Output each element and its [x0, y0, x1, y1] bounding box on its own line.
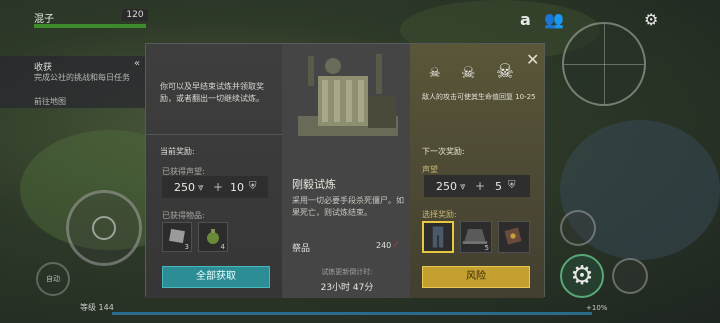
armor-pants-icon — [432, 226, 444, 248]
xp-bar — [112, 312, 592, 315]
settings-gear-icon[interactable]: ⚙ — [644, 10, 658, 29]
shield-badge-icon: ⛨ — [249, 181, 257, 192]
wings-icon: ⩔ — [198, 182, 204, 193]
timer-value: 23小时 47分 — [320, 283, 374, 293]
next-reputation-value: 250 — [436, 180, 457, 193]
grenade-icon — [207, 229, 219, 244]
timer-label: 试炼更新倒计时: — [321, 268, 373, 276]
joystick-knob[interactable] — [92, 216, 116, 240]
current-rewards-label: 当前奖励: — [160, 147, 195, 156]
reward-choice-slot[interactable]: 5 — [460, 221, 492, 253]
trial-title: 刚毅试炼 — [292, 178, 336, 191]
next-rewards-label: 下一次奖励: — [422, 147, 465, 156]
quest-desc: 完成公社的挑战和每日任务 — [34, 73, 130, 82]
action-button[interactable] — [560, 210, 596, 246]
skull-icon: ☠ — [461, 63, 476, 82]
blood-drop-icon: ⁄ — [395, 240, 397, 249]
reward-item-slot[interactable]: 4 — [198, 222, 228, 252]
item-count: 4 — [220, 243, 225, 251]
plus-sign: + — [475, 179, 486, 193]
next-reputation-label: 声望 — [422, 165, 438, 174]
enemy-modifier-desc: 敌人的攻击可使其生命值回复 10-25 — [422, 93, 536, 101]
risk-button[interactable]: 风险 — [422, 266, 530, 288]
bonus-percent: +10% — [586, 304, 608, 312]
intro-text: 你可以及早结束试炼并领取奖励，或者翻出一切继续试炼。 — [160, 82, 264, 103]
reward-choice-slot[interactable] — [422, 221, 454, 253]
next-reputation-bonus: 5 — [495, 180, 502, 193]
sacrifice-value: 240 — [376, 241, 392, 250]
trial-dialog: 你可以及早结束试炼并领取奖励，或者翻出一切继续试炼。 当前奖励: 已获得声望: … — [145, 43, 545, 298]
get-all-button[interactable]: 全部获取 — [162, 266, 270, 288]
player-name: 混子 — [34, 14, 54, 25]
collapse-icon[interactable]: « — [134, 58, 140, 69]
friends-icon[interactable]: 👥 — [544, 10, 564, 29]
hp-bar — [34, 24, 146, 28]
skull-icon: ☠ — [496, 59, 514, 83]
minimap[interactable] — [562, 22, 646, 106]
divider — [146, 134, 282, 135]
reward-item-slot[interactable]: 3 — [162, 222, 192, 252]
choose-reward-label: 选择奖励: — [422, 210, 457, 219]
metal-plate-icon — [169, 228, 185, 244]
reward-choice-slot[interactable] — [498, 221, 530, 253]
amazon-icon[interactable]: a — [520, 10, 531, 29]
close-icon[interactable]: ✕ — [526, 50, 539, 69]
skull-icon: ☠ — [429, 66, 441, 81]
craft-gear-icon[interactable]: ⚙ — [560, 254, 604, 298]
shield-badge-icon: ⛨ — [508, 180, 516, 191]
reputation-value: 250 — [174, 181, 195, 194]
items-label: 已获得物品: — [162, 211, 205, 220]
trial-description: 采用一切必要手段杀死僵尸。如果死亡，则试炼结束。 — [292, 196, 404, 217]
item-count: 5 — [484, 244, 489, 252]
level-label: 等级 144 — [80, 303, 114, 312]
auto-button[interactable]: 自动 — [36, 262, 70, 296]
reputation-bonus: 10 — [230, 181, 244, 194]
wings-icon: ⩔ — [460, 181, 466, 192]
player-hp: 120 — [122, 9, 148, 21]
item-count: 3 — [184, 243, 189, 251]
goto-map-link[interactable]: 前往地图 — [34, 96, 66, 107]
sacrifice-label: 祭品 — [292, 244, 311, 254]
attack-button[interactable] — [612, 258, 648, 294]
trial-generator-illustration — [298, 54, 398, 136]
box-icon — [504, 227, 522, 245]
plus-sign: + — [213, 180, 224, 194]
